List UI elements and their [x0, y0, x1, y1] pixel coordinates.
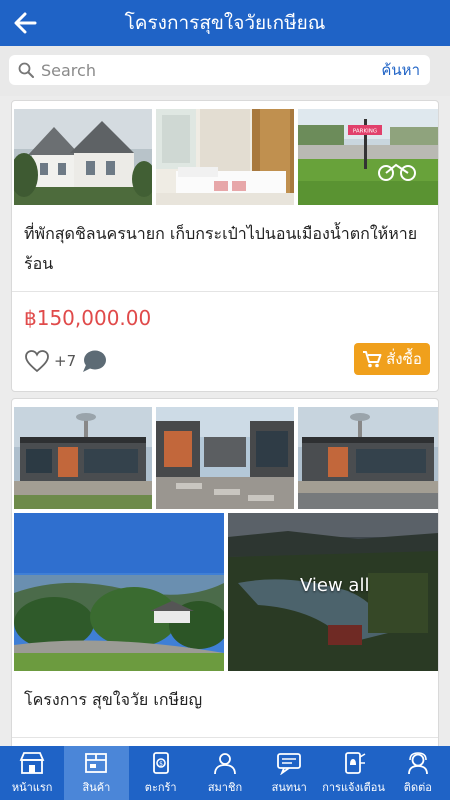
- product-card[interactable]: PARKING ที่พักสุดชิลนครนายก เก็บกระเป๋าไ…: [11, 100, 439, 392]
- search-box: ค้นหา: [9, 55, 430, 85]
- heart-icon: [25, 350, 49, 373]
- product-card[interactable]: View all โครงการ สุขใจวัย เกษียญ: [11, 398, 439, 746]
- like-count: +7: [54, 352, 77, 370]
- product-photo[interactable]: [14, 109, 152, 205]
- page-title: โครงการสุขใจวัยเกษียณ: [124, 12, 326, 34]
- nav-label: การแจ้งเตือน: [322, 780, 385, 794]
- nav-item-notifications[interactable]: การแจ้งเตือน: [321, 746, 385, 800]
- view-all-photos[interactable]: View all: [228, 513, 438, 671]
- app-bar: โครงการสุขใจวัยเกษียณ: [0, 0, 450, 46]
- product-photo[interactable]: [298, 407, 438, 509]
- bell-icon: [344, 751, 365, 774]
- nav-item-products[interactable]: สินค้า: [64, 746, 129, 800]
- buy-label: สั่งซื้อ: [386, 350, 422, 368]
- nav-item-member[interactable]: สมาชิก: [193, 746, 257, 800]
- product-title[interactable]: โครงการ สุขใจวัย เกษียญ: [24, 685, 428, 715]
- nav-label: สนทนา: [271, 780, 307, 794]
- product-price: ฿150,000.00: [24, 306, 152, 330]
- product-photo[interactable]: PARKING: [298, 109, 438, 205]
- chat-icon: [277, 752, 302, 775]
- nav-item-chat[interactable]: สนทนา: [257, 746, 321, 800]
- product-feed[interactable]: PARKING ที่พักสุดชิลนครนายก เก็บกระเป๋าไ…: [0, 96, 450, 746]
- user-icon: [214, 752, 236, 774]
- view-all-label[interactable]: View all: [300, 575, 369, 596]
- arrow-left-icon: [14, 12, 37, 34]
- product-title[interactable]: ที่พักสุดชิลนครนายก เก็บกระเป๋าไปนอนเมือ…: [24, 219, 428, 279]
- nav-label: สมาชิก: [207, 780, 243, 794]
- cart-icon: [363, 351, 382, 368]
- contact-icon: [407, 751, 428, 774]
- search-button[interactable]: ค้นหา: [381, 58, 420, 82]
- box-icon: [85, 752, 108, 773]
- comment-icon: [83, 350, 106, 372]
- nav-label: ติดต่อ: [403, 780, 432, 794]
- shop-icon: [19, 751, 45, 774]
- comment-button[interactable]: [81, 348, 107, 374]
- back-button[interactable]: [10, 9, 40, 37]
- like-button[interactable]: [24, 349, 50, 373]
- product-photo[interactable]: [156, 407, 294, 509]
- search-input[interactable]: [41, 57, 382, 83]
- search-icon: [17, 61, 35, 79]
- divider: [12, 737, 438, 738]
- product-photo[interactable]: [14, 407, 152, 509]
- buy-button[interactable]: สั่งซื้อ: [354, 343, 430, 375]
- svg-text:$: $: [159, 760, 163, 767]
- bottom-nav: หน้าแรก สินค้า $ ตะกร้า สมาชิก สนทนา การ…: [0, 746, 450, 800]
- nav-item-cart[interactable]: $ ตะกร้า: [129, 746, 193, 800]
- nav-label: ตะกร้า: [144, 780, 177, 794]
- nav-label: หน้าแรก: [11, 780, 53, 794]
- cart-icon: $: [152, 751, 169, 774]
- nav-label: สินค้า: [82, 780, 111, 794]
- product-photo[interactable]: [156, 109, 294, 205]
- search-bar: ค้นหา: [0, 46, 450, 96]
- divider: [12, 291, 438, 292]
- nav-item-home[interactable]: หน้าแรก: [0, 746, 64, 800]
- product-photo[interactable]: [14, 513, 224, 671]
- nav-item-contact[interactable]: ติดต่อ: [386, 746, 450, 800]
- parking-sign-text: PARKING: [353, 129, 377, 135]
